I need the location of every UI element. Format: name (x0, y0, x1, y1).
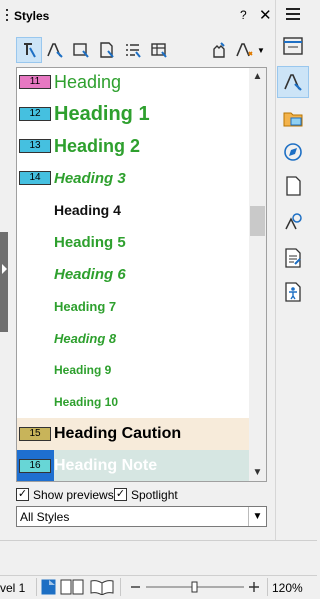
spotlight-badge: 13 (19, 139, 51, 153)
panel-title: Styles (14, 9, 50, 23)
chevron-down-icon: ▼ (257, 45, 265, 55)
style-name: Heading 2 (54, 135, 141, 156)
style-name: Heading 10 (54, 395, 119, 409)
style-list-item[interactable]: Heading 4 (17, 194, 249, 226)
zoom-percentage[interactable]: 120% (272, 581, 303, 595)
style-list-item[interactable]: 15 Heading Caution (17, 418, 249, 450)
style-name: Heading 8 (54, 330, 117, 346)
style-name: Heading 4 (54, 202, 121, 218)
sidebar-splitter[interactable] (0, 232, 8, 332)
multi-page-view-icon[interactable] (60, 579, 84, 595)
style-name: Heading 5 (54, 233, 126, 251)
paragraph-styles-button[interactable] (16, 37, 42, 63)
style-name: Heading 9 (54, 363, 112, 377)
style-list-item[interactable]: 14 Heading 3 (17, 162, 249, 194)
style-list-item[interactable]: 11 Heading (17, 68, 249, 98)
style-list-item[interactable]: 12 Heading 1 (17, 98, 249, 130)
fill-format-icon (213, 42, 225, 58)
style-list-item[interactable]: 16 Heading Note (17, 450, 249, 481)
deck-divider (275, 0, 276, 540)
single-page-view-icon[interactable] (41, 579, 56, 595)
frame-styles-icon (73, 43, 89, 58)
spotlight-badge: 12 (19, 107, 51, 121)
style-list-item[interactable]: Heading 8 (17, 322, 249, 354)
list-scrollbar[interactable] (249, 68, 266, 481)
new-style-menu-button[interactable]: ▼ (232, 37, 268, 63)
deck-accessibility-check-button[interactable] (277, 276, 309, 308)
zoom-slider[interactable] (128, 579, 264, 595)
deck-page-button[interactable] (277, 170, 309, 202)
spotlight-badge: 11 (19, 75, 51, 89)
manage-changes-icon (285, 248, 301, 268)
spotlight-checkbox[interactable]: ✓ (114, 488, 127, 501)
style-list-item[interactable]: Heading 9 (17, 354, 249, 386)
paragraph-styles-icon (24, 43, 36, 58)
styles-sidebar: Styles ? ✕ ▼ 11 Heading 12 Heading 1 13 Headi… (0, 0, 317, 599)
deck-manage-changes-button[interactable] (277, 242, 309, 274)
list-styles-icon (126, 44, 141, 58)
style-name: Heading 3 (54, 169, 126, 187)
deck-properties-button[interactable] (277, 30, 309, 62)
style-name: Heading Caution (54, 425, 182, 442)
book-view-icon[interactable] (90, 580, 114, 595)
deck-styles-button[interactable] (277, 66, 309, 98)
character-styles-button[interactable] (42, 37, 68, 63)
spotlight-label: Spotlight (131, 488, 178, 502)
style-filter-value: All Styles (20, 510, 70, 524)
character-styles-icon (47, 43, 63, 58)
style-list-item[interactable]: 13 Heading 2 (17, 130, 249, 162)
page-icon (286, 176, 301, 196)
style-list[interactable]: 11 Heading 12 Heading 1 13 Heading 2 14 Heading… (16, 67, 267, 482)
style-name: Heading Note (54, 457, 158, 474)
spotlight-badge: 15 (19, 427, 51, 441)
panel-bottom-border (0, 540, 317, 541)
style-name: Heading 1 (54, 102, 150, 125)
spotlight-badge: 16 (19, 459, 51, 473)
status-separator (36, 578, 37, 596)
deck-style-inspector-button[interactable] (277, 206, 309, 238)
style-name: Heading 6 (54, 265, 126, 283)
gallery-icon (283, 112, 303, 127)
sidebar-menu-button[interactable] (286, 8, 300, 20)
accessibility-icon (285, 282, 301, 302)
status-separator (267, 578, 268, 596)
table-styles-icon (151, 43, 167, 58)
scrollbar-thumb[interactable] (250, 206, 265, 236)
chevron-down-icon[interactable]: ▼ (248, 507, 266, 526)
table-styles-button[interactable] (146, 37, 172, 63)
expand-arrow-icon[interactable] (2, 264, 7, 274)
show-previews-checkbox[interactable]: ✓ (16, 488, 29, 501)
outline-level-status: vel 1 (0, 581, 26, 595)
page-styles-button[interactable] (94, 37, 120, 63)
show-previews-label: Show previews (33, 488, 114, 502)
style-list-item[interactable]: Heading 7 (17, 290, 249, 322)
list-styles-button[interactable] (120, 37, 146, 63)
style-name: Heading (54, 71, 122, 92)
styles-icon (284, 74, 302, 91)
style-list-item[interactable]: Heading 6 (17, 258, 249, 290)
frame-styles-button[interactable] (68, 37, 94, 63)
view-layout-group (41, 579, 114, 595)
navigator-icon (284, 143, 302, 161)
spotlight-badge: 14 (19, 171, 51, 185)
deck-gallery-button[interactable] (277, 102, 309, 134)
scroll-up-arrow-icon[interactable]: ▲ (249, 68, 266, 85)
properties-icon (283, 37, 303, 55)
style-name: Heading 7 (54, 298, 117, 314)
style-list-item[interactable]: Heading 5 (17, 226, 249, 258)
drag-grip-icon[interactable] (6, 9, 10, 25)
style-list-item[interactable]: Heading 10 (17, 386, 249, 418)
scroll-down-arrow-icon[interactable]: ▼ (249, 464, 266, 481)
close-panel-button[interactable]: ✕ (259, 6, 272, 24)
zoom-in-icon[interactable] (249, 582, 259, 592)
style-inspector-icon (285, 213, 302, 230)
help-button[interactable]: ? (240, 8, 247, 22)
deck-navigator-button[interactable] (277, 136, 309, 168)
new-style-icon (236, 43, 253, 57)
fill-format-mode-button[interactable] (206, 37, 232, 63)
status-separator (120, 578, 121, 596)
page-styles-icon (100, 42, 114, 58)
zoom-slider-thumb[interactable] (191, 581, 198, 593)
